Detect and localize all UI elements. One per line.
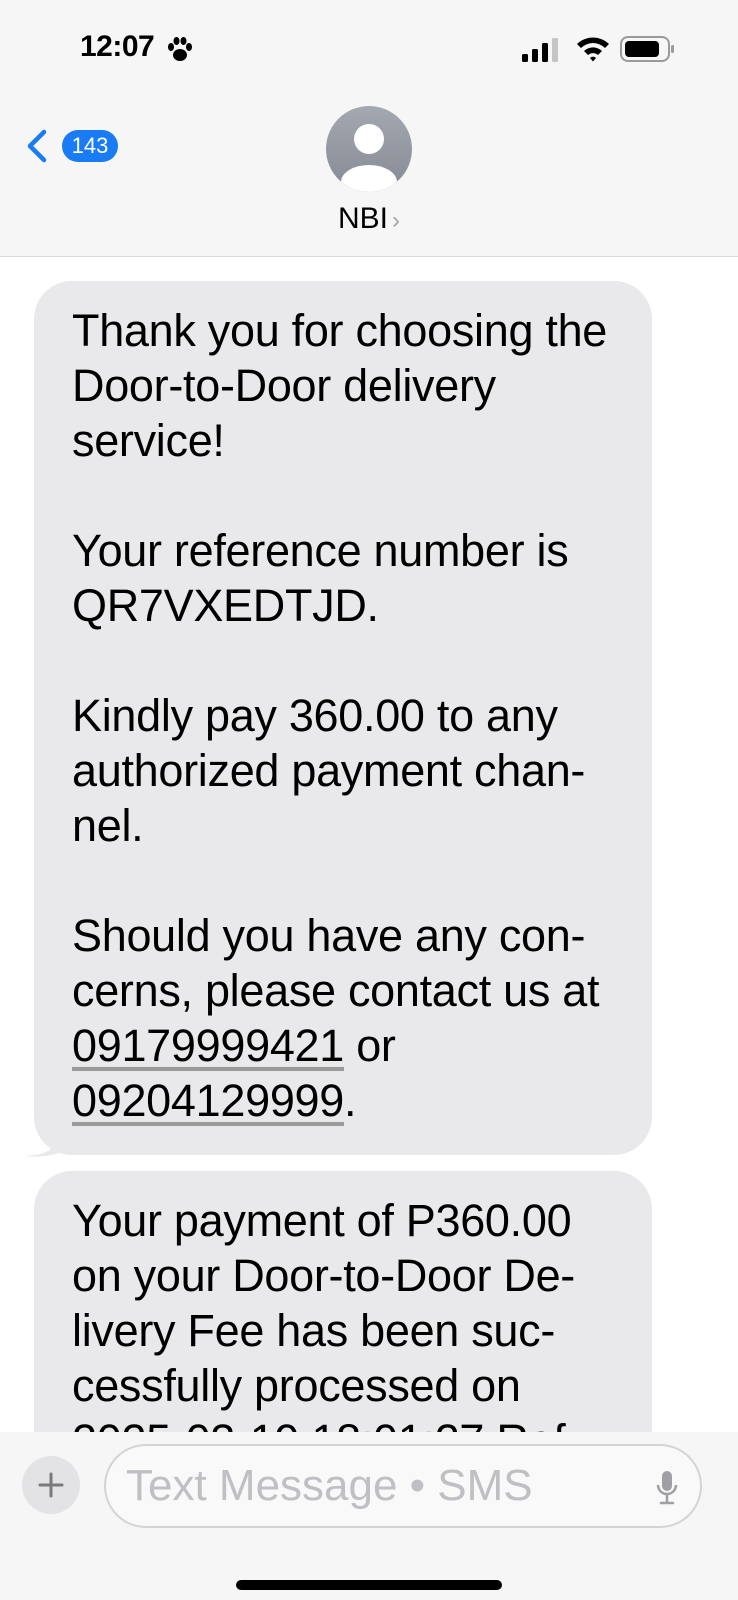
- wifi-icon: [577, 37, 609, 62]
- message-input[interactable]: Text Message • SMS: [104, 1444, 702, 1528]
- message-paragraph: Your reference number is QR7VXEDTJD.: [72, 525, 569, 631]
- back-chevron-icon: [27, 129, 47, 163]
- message-text: Should you have any con-cerns, please co…: [72, 910, 600, 1016]
- message-text-or: or: [344, 1020, 396, 1071]
- contact-name: NBI: [337, 202, 388, 235]
- paw-icon: [168, 37, 192, 61]
- message-text-end: .: [344, 1075, 357, 1126]
- message-bubble[interactable]: Thank you for choosing the Door-to-Door …: [34, 281, 652, 1155]
- plus-icon: [38, 1472, 64, 1498]
- message-paragraph: Thank you for choosing the Door-to-Door …: [72, 305, 608, 466]
- signal-icon: [522, 38, 558, 62]
- contact-chevron-icon: ›: [392, 207, 400, 234]
- battery-icon: [620, 36, 674, 62]
- message-paragraph-contact: Should you have any con-cerns, please co…: [72, 908, 620, 1128]
- composer-bar: Text Message • SMS: [0, 1432, 738, 1600]
- message-paragraph: Kindly pay 360.00 to any authorized paym…: [72, 690, 586, 851]
- status-time: 12:07: [80, 30, 155, 63]
- contact-name-button[interactable]: NBI ›: [0, 202, 738, 236]
- apps-plus-button[interactable]: [22, 1456, 80, 1514]
- phone-link-1[interactable]: 09179999421: [72, 1020, 344, 1071]
- microphone-icon[interactable]: [656, 1470, 678, 1506]
- conversation-header: 12:07 143 NBI ›: [0, 0, 738, 257]
- phone-link-2[interactable]: 09204129999: [72, 1075, 344, 1126]
- back-button[interactable]: 143: [24, 124, 124, 168]
- unread-count-badge: 143: [62, 130, 118, 162]
- person-icon: [341, 124, 397, 192]
- home-indicator: [236, 1580, 502, 1590]
- message-paragraph: Your payment of P360.00 on your Door-to-…: [72, 1195, 575, 1466]
- contact-avatar[interactable]: [326, 106, 412, 192]
- message-input-placeholder: Text Message • SMS: [126, 1461, 533, 1510]
